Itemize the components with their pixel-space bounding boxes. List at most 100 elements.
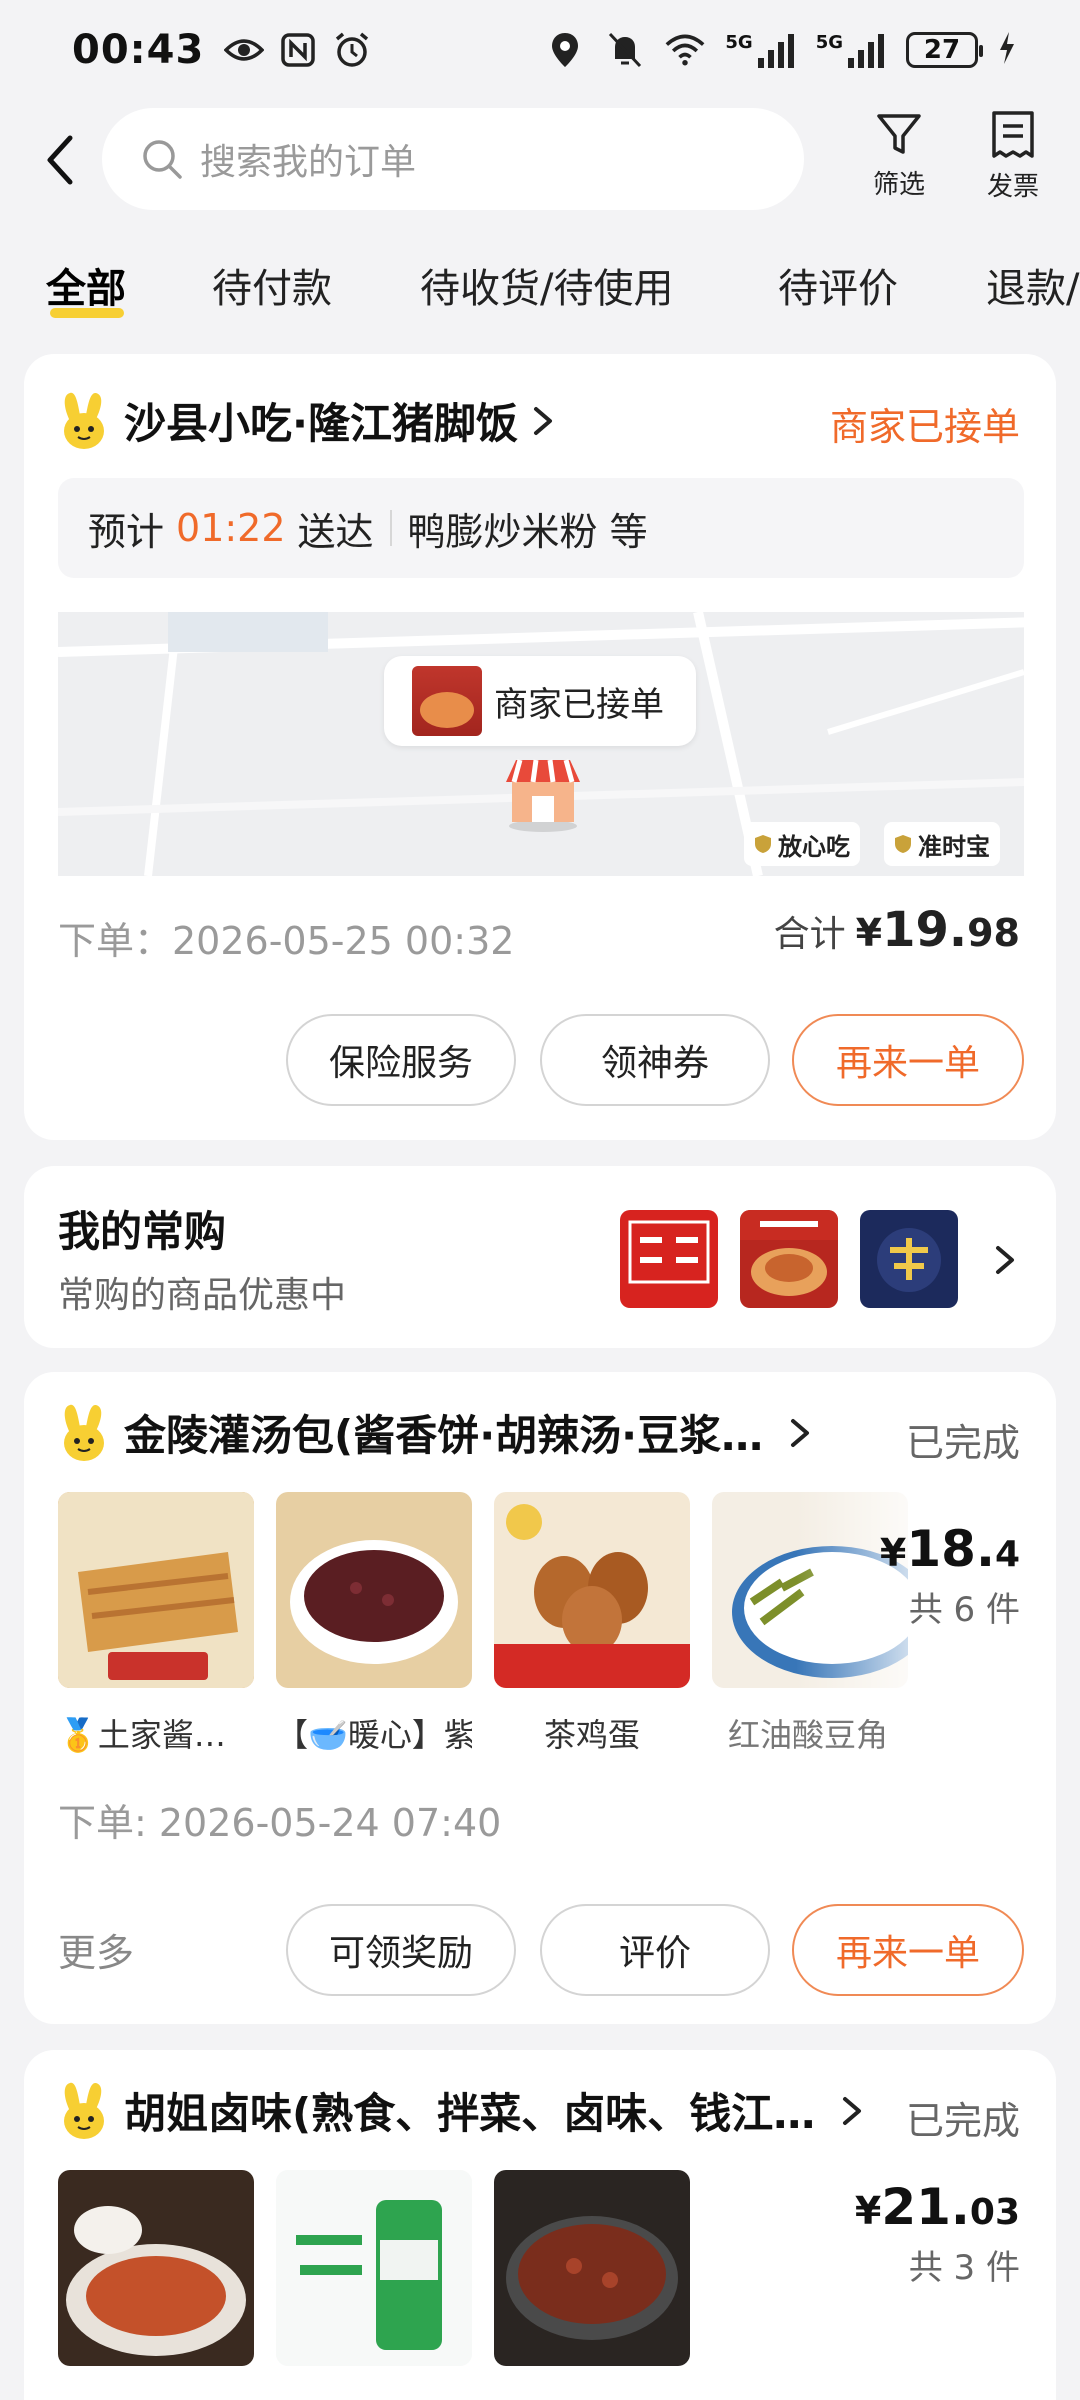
mute-bell-icon [605, 30, 645, 70]
alarm-icon [332, 30, 372, 70]
shop-link[interactable]: 胡姐卤味(熟食、拌菜、卤味、钱江… [58, 2080, 867, 2141]
order-status: 商家已接单 [829, 405, 1020, 449]
items-summary: 鸭膨炒米粉 等 [407, 509, 648, 554]
network-type-1: 5G [725, 32, 753, 53]
map-bubble-text: 商家已接单 [494, 684, 664, 725]
shop-link[interactable]: 金陵灌汤包(酱香饼·胡辣汤·豆浆… [58, 1402, 815, 1463]
reorder-button[interactable]: 再来一单 [792, 1014, 1024, 1106]
order-time: 下单: 2026-05-24 07:40 [58, 1801, 502, 1845]
order-tabs: 全部 待付款 待收货/待使用 待评价 退款/ [0, 240, 1080, 330]
frequent-shop-thumb-2[interactable] [740, 1210, 838, 1308]
currency: ¥ [855, 911, 883, 955]
coupon-button[interactable]: 领神券 [540, 1014, 770, 1106]
meituan-bunny-icon [64, 2082, 104, 2139]
eta-suffix: 送达 [297, 509, 374, 554]
shield-icon [895, 835, 911, 853]
product-name-4: 红油酸豆角 [728, 1716, 888, 1754]
filter-icon [877, 114, 921, 154]
signal-5g-icon-2: 5G [816, 32, 886, 68]
insurance-button[interactable]: 保险服务 [286, 1014, 516, 1106]
filter-button[interactable]: 筛选 [854, 110, 944, 201]
eye-icon [224, 30, 265, 70]
tab-refund[interactable]: 退款/ [986, 256, 1079, 314]
search-placeholder: 搜索我的订单 [200, 142, 417, 183]
badge-on-time: 准时宝 [884, 822, 1000, 866]
shop-name: 沙县小吃·隆江猪脚饭 [124, 399, 518, 448]
eta-time: 01:22 [176, 506, 286, 550]
claim-reward-button[interactable]: 可领奖励 [286, 1904, 516, 1996]
shop-name: 金陵灌汤包(酱香饼·胡辣汤·豆浆… [124, 1411, 764, 1460]
battery-icon: 27 [906, 32, 983, 68]
more-link[interactable]: 更多 [58, 1922, 134, 1977]
item-count: 共 3 件 [908, 2248, 1020, 2288]
invoice-button[interactable]: 发票 [968, 110, 1058, 203]
battery-level: 27 [923, 35, 961, 65]
frequent-shop-thumb-3[interactable] [860, 1210, 958, 1308]
search-icon [140, 137, 184, 181]
eta-box: 预计 01:22 送达 鸭膨炒米粉 等 [58, 478, 1024, 578]
total-label: 合计 [773, 914, 846, 955]
frequent-shop-thumb-1[interactable] [620, 1210, 718, 1308]
product-name-2: 【🥣暖心】紫… [276, 1716, 472, 1754]
product-thumb-3[interactable] [494, 2170, 690, 2366]
order-card-3[interactable]: 胡姐卤味(熟食、拌菜、卤味、钱江… 已完成 ¥ 21. 03 共 3 件 [24, 2050, 1056, 2400]
review-button[interactable]: 评价 [540, 1904, 770, 1996]
location-icon [545, 30, 585, 70]
order-time: 下单：2026-05-25 00:32 [58, 919, 515, 963]
search-input[interactable]: 搜索我的订单 [102, 108, 804, 210]
order-card-2[interactable]: 金陵灌汤包(酱香饼·胡辣汤·豆浆… 已完成 🥇土家酱… 【🥣暖心】紫… 茶鸡蛋 … [24, 1372, 1056, 2024]
frequent-purchases-card[interactable]: 我的常购 常购的商品优惠中 [24, 1166, 1056, 1348]
status-bar: 00:43 5G 5G 27 [0, 0, 1080, 100]
currency: ¥ [854, 2189, 882, 2233]
total-integer: 18. [906, 1520, 995, 1578]
product-thumb-2[interactable] [276, 1492, 472, 1688]
product-thumb-2[interactable] [276, 2170, 472, 2366]
badge-safe-eat-label: 放心吃 [778, 832, 850, 861]
total-integer: 19. [882, 902, 968, 958]
product-thumb-1[interactable] [58, 2170, 254, 2366]
map-bubble: 商家已接单 [384, 656, 696, 746]
frequent-subtitle: 常购的商品优惠中 [58, 1275, 347, 1316]
order-total: 合计 ¥ 19. 98 [774, 902, 1020, 958]
shield-icon [755, 835, 771, 853]
delivery-map[interactable]: 商家已接单 放心吃 准时宝 [58, 612, 1024, 876]
signal-5g-icon-1: 5G [725, 32, 795, 68]
order-card-1[interactable]: 沙县小吃·隆江猪脚饭 商家已接单 预计 01:22 送达 鸭膨炒米粉 等 商家已… [24, 354, 1056, 1140]
total-decimal: 4 [994, 1534, 1020, 1575]
total-decimal: 98 [967, 911, 1020, 955]
nfc-icon [278, 30, 318, 70]
store-icon [506, 759, 580, 832]
tab-pending-payment[interactable]: 待付款 [212, 256, 332, 314]
shop-name: 胡姐卤味(熟食、拌菜、卤味、钱江… [124, 2089, 816, 2138]
charging-icon [998, 31, 1016, 69]
order-status: 已完成 [905, 2099, 1020, 2143]
order-total: ¥ 21. 03 共 3 件 [855, 2178, 1020, 2289]
product-name-3: 茶鸡蛋 [543, 1716, 640, 1754]
item-count: 共 6 件 [908, 1590, 1020, 1630]
order-status: 已完成 [905, 1421, 1020, 1465]
invoice-icon [992, 111, 1034, 158]
back-button[interactable] [40, 130, 90, 190]
currency: ¥ [879, 1531, 907, 1575]
chevron-right-icon [843, 2096, 862, 2125]
filter-label: 筛选 [872, 170, 925, 200]
shop-thumbnail [412, 666, 482, 736]
frequent-title: 我的常购 [58, 1207, 227, 1256]
badge-on-time-label: 准时宝 [918, 832, 990, 861]
tab-all[interactable]: 全部 [46, 256, 126, 314]
chevron-right-icon [791, 1418, 810, 1447]
chevron-right-icon [533, 406, 552, 435]
reorder-button[interactable]: 再来一单 [792, 1904, 1024, 1996]
shop-link[interactable]: 沙县小吃·隆江猪脚饭 [58, 390, 558, 451]
wifi-icon [665, 30, 705, 70]
chevron-right-icon[interactable] [990, 1242, 1020, 1278]
header: 搜索我的订单 筛选 发票 [0, 100, 1080, 220]
product-thumb-1[interactable] [58, 1492, 254, 1688]
order-total: ¥ 18. 4 共 6 件 [880, 1520, 1020, 1631]
product-thumb-3[interactable] [494, 1492, 690, 1688]
active-tab-indicator [50, 308, 124, 318]
tab-pending-review[interactable]: 待评价 [778, 256, 898, 314]
tab-pending-receipt[interactable]: 待收货/待使用 [420, 256, 673, 314]
total-integer: 21. [881, 2178, 970, 2236]
product-name-1: 🥇土家酱… [58, 1716, 226, 1754]
